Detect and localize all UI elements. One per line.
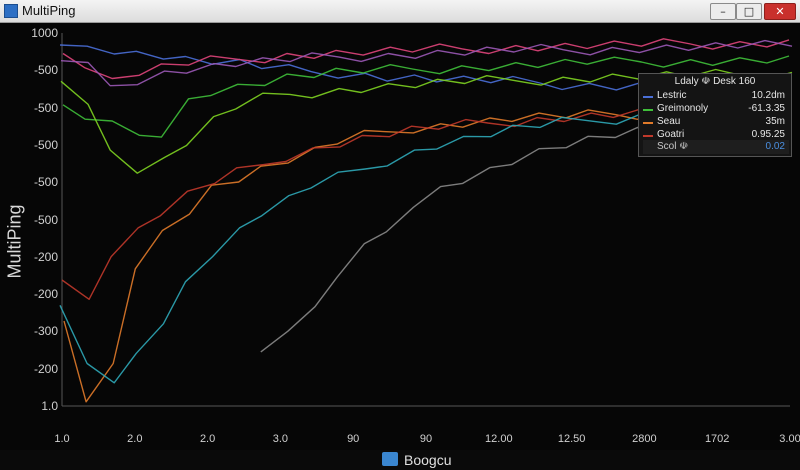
- title-bar: MultiPing – □ ✕: [0, 0, 800, 23]
- x-tick-label: 1702: [704, 433, 730, 445]
- legend-entry-name: Lestric: [657, 90, 687, 101]
- legend-entry-value: 10.2dm: [751, 90, 785, 101]
- legend-footer-label: Scol ☫: [657, 141, 689, 152]
- y-tick-label: -200: [33, 287, 58, 302]
- y-axis-label: MultiPing: [4, 204, 25, 279]
- y-tick-label: -200: [33, 249, 58, 264]
- x-tick-label: 3.00: [779, 433, 800, 445]
- legend-entry-name: Greimonoly: [657, 103, 709, 114]
- legend: Ldaly ☫ Desk 160 Lestric 10.2dm Greimono…: [638, 73, 792, 157]
- maximize-button[interactable]: □: [736, 3, 762, 20]
- legend-title: Ldaly ☫ Desk 160: [674, 76, 756, 87]
- x-tick-label: 12.00: [485, 433, 513, 445]
- y-tick-label: -500: [33, 100, 58, 115]
- legend-entry-name: Goatri: [657, 129, 685, 140]
- x-tick-label: 90: [347, 433, 360, 445]
- x-tick-label: 12.50: [557, 433, 586, 445]
- y-tick-label: -300: [33, 324, 58, 339]
- legend-entry: Lestric 10.2dm: [643, 90, 789, 103]
- y-tick-label: -500: [33, 137, 58, 152]
- y-tick-label: 1000: [31, 26, 58, 40]
- legend-entry-value: 0.95.25: [751, 129, 785, 140]
- bookmark-icon[interactable]: [382, 452, 398, 466]
- legend-entry-value: 35m: [765, 116, 785, 127]
- legend-footer-value: 0.02: [765, 141, 785, 152]
- legend-entry: Greimonoly -61.3.35: [643, 103, 789, 116]
- y-tick-label: -500: [33, 63, 58, 78]
- app-icon: [4, 4, 18, 18]
- close-button[interactable]: ✕: [764, 3, 796, 20]
- legend-entry: Seau 35m: [643, 116, 789, 129]
- y-tick-label: 1.0: [41, 399, 58, 413]
- y-tick-label: -500: [33, 212, 58, 227]
- x-tick-label: 2800: [632, 433, 657, 445]
- y-tick-label: -500: [33, 175, 58, 190]
- legend-entry-value: -61.3.35: [748, 103, 785, 114]
- x-tick-label: 3.0: [272, 433, 289, 445]
- bottom-label: Boogcu: [404, 452, 452, 468]
- x-tick-label: 1.0: [54, 433, 70, 445]
- legend-footer: Scol ☫ 0.02: [643, 140, 789, 154]
- minimize-button[interactable]: –: [710, 3, 736, 20]
- x-tick-label: 90: [419, 433, 433, 445]
- window-title: MultiPing: [22, 3, 76, 18]
- x-tick-label: 2.0: [199, 433, 216, 445]
- y-tick-label: -200: [33, 361, 58, 376]
- x-tick-label: 2.0: [127, 433, 143, 445]
- chart-panel: MultiPing 1000 -500 -500 -500 -500 -500 -200 -2…: [0, 23, 800, 468]
- legend-entry-name: Seau: [657, 116, 681, 127]
